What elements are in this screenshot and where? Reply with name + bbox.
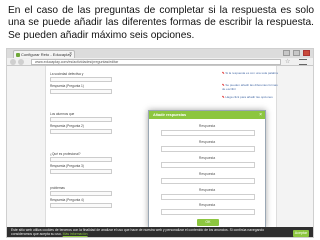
cookie-text: Este sitio web utiliza cookies de tercer…: [11, 228, 283, 237]
tip-text: Se pueden añadir las diferentes formas d…: [222, 83, 278, 91]
question-input[interactable]: [50, 77, 112, 82]
answer-input[interactable]: [50, 89, 112, 94]
response-label: Respuesta: [198, 203, 216, 207]
question-input[interactable]: [50, 191, 112, 196]
cookie-message: Este sitio web utiliza cookies de tercer…: [11, 228, 265, 237]
forward-icon[interactable]: [18, 59, 24, 65]
question-editor: La sociedad defectiva y Respuesta (Pregu…: [45, 66, 278, 237]
web-page: La sociedad defectiva y Respuesta (Pregu…: [7, 66, 313, 237]
answer-label: Respuesta (Pregunta 2): [50, 124, 84, 128]
response-input[interactable]: [161, 130, 255, 136]
question-input[interactable]: [50, 157, 112, 162]
response-input[interactable]: [161, 146, 255, 152]
maximize-icon[interactable]: [293, 50, 300, 56]
question-item: La sociedad defectiva y Respuesta (Pregu…: [50, 72, 112, 96]
response-label: Respuesta: [198, 188, 216, 192]
tip-note: ✎ Si la respuesta es con una sola palabr…: [222, 71, 278, 76]
answer-input[interactable]: [50, 203, 112, 208]
question-text: Los alumnos que: [50, 112, 75, 116]
answer-label: Respuesta (Pregunta 1): [50, 84, 84, 88]
minimize-icon[interactable]: [283, 50, 290, 56]
accept-cookies-button[interactable]: Aceptar: [293, 230, 309, 237]
answer-label: Respuesta (Pregunta 4): [50, 198, 84, 202]
answers-dialog: Añadir respuestas × Respuesta Respuesta …: [148, 110, 266, 228]
answer-label: Respuesta (Pregunta 3): [50, 164, 84, 168]
window-controls: [283, 50, 310, 56]
tab-strip: Configurar Reto - Educaplay ×: [7, 49, 313, 58]
question-item: ¿Qué es profesional? Respuesta (Pregunta…: [50, 152, 112, 176]
answer-input[interactable]: [50, 129, 112, 134]
question-item: problemas Respuesta (Pregunta 4): [50, 186, 112, 210]
tab-title: Configurar Reto - Educaplay: [21, 52, 72, 57]
question-item: Los alumnos que Respuesta (Pregunta 2): [50, 112, 112, 136]
tip-text: Haga click para añadir las opciones: [225, 95, 273, 99]
bookmark-star-icon[interactable]: ☆: [285, 58, 290, 65]
response-label: Respuesta: [198, 124, 216, 128]
browser-tab[interactable]: Configurar Reto - Educaplay ×: [13, 50, 75, 58]
question-text: La sociedad defectiva y: [50, 72, 84, 76]
response-input[interactable]: [161, 209, 255, 215]
response-label: Respuesta: [198, 140, 216, 144]
dialog-close-icon[interactable]: ×: [259, 111, 262, 119]
cookie-banner: Este sitio web utiliza cookies de tercer…: [7, 227, 313, 237]
tab-close-icon[interactable]: ×: [69, 51, 72, 58]
response-input[interactable]: [161, 194, 255, 200]
response-input[interactable]: [161, 162, 255, 168]
tip-note: ✎ Se pueden añadir las diferentes formas…: [222, 83, 278, 91]
favicon-icon: [16, 53, 20, 57]
question-text: ¿Qué es profesional?: [50, 152, 81, 156]
question-text: problemas: [50, 186, 65, 190]
dialog-title: Añadir respuestas: [149, 111, 265, 119]
tip-note: ✎ Haga click para añadir las opciones: [222, 95, 278, 100]
back-icon[interactable]: [10, 59, 16, 65]
question-input[interactable]: [50, 117, 112, 122]
response-label: Respuesta: [198, 156, 216, 160]
browser-menu-icon[interactable]: [299, 59, 307, 65]
more-info-link[interactable]: Más información: [63, 232, 88, 236]
response-input[interactable]: [161, 178, 255, 184]
answer-input[interactable]: [50, 169, 112, 174]
url-input[interactable]: www.educaplay.com/es/actividades/pregunt…: [31, 59, 281, 65]
response-label: Respuesta: [198, 172, 216, 176]
slide-caption: En el caso de las preguntas de completar…: [8, 5, 314, 41]
ok-button[interactable]: OK: [197, 219, 219, 226]
close-window-icon[interactable]: [303, 50, 310, 56]
address-bar: www.educaplay.com/es/actividades/pregunt…: [7, 58, 313, 66]
tip-text: Si la respuesta es con una sola palabra: [225, 71, 278, 75]
browser-screenshot: Configurar Reto - Educaplay × www.educap…: [6, 48, 314, 238]
